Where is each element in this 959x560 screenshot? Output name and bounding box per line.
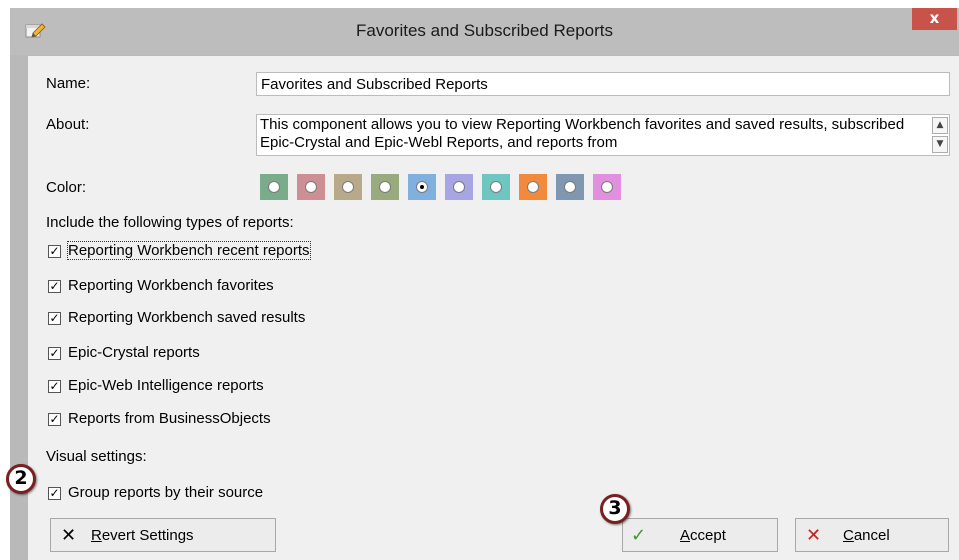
revert-settings-button[interactable]: ✕ Revert Settings bbox=[50, 518, 276, 552]
checkmark-icon: ✓ bbox=[631, 525, 647, 546]
checkbox-box[interactable]: ✓ bbox=[48, 413, 61, 426]
checkbox-box[interactable]: ✓ bbox=[48, 380, 61, 393]
check-icon: ✓ bbox=[49, 279, 60, 293]
step-2-callout: 2 bbox=[6, 464, 36, 494]
chevron-down-icon: ▼ bbox=[936, 139, 944, 149]
checkbox-box[interactable]: ✓ bbox=[48, 245, 61, 258]
report-type-label: Reports from BusinessObjects bbox=[68, 410, 271, 427]
report-type-label: Reporting Workbench saved results bbox=[68, 309, 306, 326]
color-swatch[interactable] bbox=[408, 174, 436, 200]
dialog-body: Name: Favorites and Subscribed Reports A… bbox=[28, 56, 959, 560]
color-radio[interactable] bbox=[305, 181, 317, 193]
group-by-source-label: Group reports by their source bbox=[68, 484, 264, 501]
cancel-accel-letter: C bbox=[843, 527, 854, 544]
accept-label-rest: ccept bbox=[690, 527, 726, 544]
check-icon: ✓ bbox=[49, 412, 60, 426]
chevron-up-icon: ▲ bbox=[936, 120, 944, 130]
color-swatch[interactable] bbox=[445, 174, 473, 200]
include-label: Include the following types of reports: bbox=[46, 214, 294, 231]
close-icon: x bbox=[929, 9, 940, 27]
check-icon: ✓ bbox=[49, 379, 60, 393]
color-swatch[interactable] bbox=[260, 174, 288, 200]
color-swatch[interactable] bbox=[593, 174, 621, 200]
x-icon: ✕ bbox=[806, 525, 822, 546]
cancel-label-rest: ancel bbox=[853, 527, 890, 544]
accept-button[interactable]: ✓ Accept bbox=[622, 518, 778, 552]
scroll-down-button[interactable]: ▼ bbox=[932, 136, 948, 153]
check-icon: ✓ bbox=[49, 346, 60, 360]
color-swatch[interactable] bbox=[556, 174, 584, 200]
about-field[interactable]: This component allows you to view Report… bbox=[256, 114, 950, 156]
color-radio[interactable] bbox=[268, 181, 280, 193]
cancel-button[interactable]: ✕ Cancel bbox=[795, 518, 949, 552]
checkbox-box[interactable]: ✓ bbox=[48, 280, 61, 293]
color-swatch[interactable] bbox=[371, 174, 399, 200]
accept-accel-letter: A bbox=[680, 527, 691, 544]
report-type-label: Reporting Workbench favorites bbox=[68, 277, 274, 294]
color-radio[interactable] bbox=[601, 181, 613, 193]
about-text: This component allows you to view Report… bbox=[260, 116, 905, 151]
color-radio[interactable] bbox=[527, 181, 539, 193]
color-swatch[interactable] bbox=[334, 174, 362, 200]
revert-accel-letter: R bbox=[91, 527, 102, 544]
color-radio[interactable] bbox=[490, 181, 502, 193]
name-field[interactable]: Favorites and Subscribed Reports bbox=[256, 72, 950, 96]
color-radio[interactable] bbox=[564, 181, 576, 193]
color-radio[interactable] bbox=[416, 181, 428, 193]
x-icon: ✕ bbox=[61, 525, 77, 546]
window-title: Favorites and Subscribed Reports bbox=[355, 21, 614, 40]
report-type-label: Reporting Workbench recent reports bbox=[67, 241, 311, 260]
about-label: About: bbox=[46, 116, 90, 133]
color-radio[interactable] bbox=[342, 181, 354, 193]
check-icon: ✓ bbox=[49, 244, 60, 258]
scroll-up-button[interactable]: ▲ bbox=[932, 117, 948, 134]
dialog-window: Favorites and Subscribed Reports x Name:… bbox=[10, 8, 959, 560]
revert-label-rest: evert Settings bbox=[101, 527, 194, 544]
color-swatch[interactable] bbox=[482, 174, 510, 200]
step-3-callout: 3 bbox=[600, 494, 630, 524]
color-swatch[interactable] bbox=[519, 174, 547, 200]
report-type-label: Epic-Web Intelligence reports bbox=[68, 377, 264, 394]
color-radio[interactable] bbox=[379, 181, 391, 193]
checkbox-box[interactable]: ✓ bbox=[48, 347, 61, 360]
checkbox-box[interactable]: ✓ bbox=[48, 312, 61, 325]
visual-settings-label: Visual settings: bbox=[46, 448, 147, 465]
color-radio[interactable] bbox=[453, 181, 465, 193]
check-icon: ✓ bbox=[49, 311, 60, 325]
close-button[interactable]: x bbox=[912, 8, 957, 30]
color-swatch[interactable] bbox=[297, 174, 325, 200]
name-label: Name: bbox=[46, 75, 91, 92]
report-type-label: Epic-Crystal reports bbox=[68, 344, 200, 361]
check-icon: ✓ bbox=[49, 486, 60, 500]
title-bar[interactable]: Favorites and Subscribed Reports x bbox=[10, 8, 959, 55]
color-label: Color: bbox=[46, 179, 87, 196]
checkbox-box[interactable]: ✓ bbox=[48, 487, 61, 500]
